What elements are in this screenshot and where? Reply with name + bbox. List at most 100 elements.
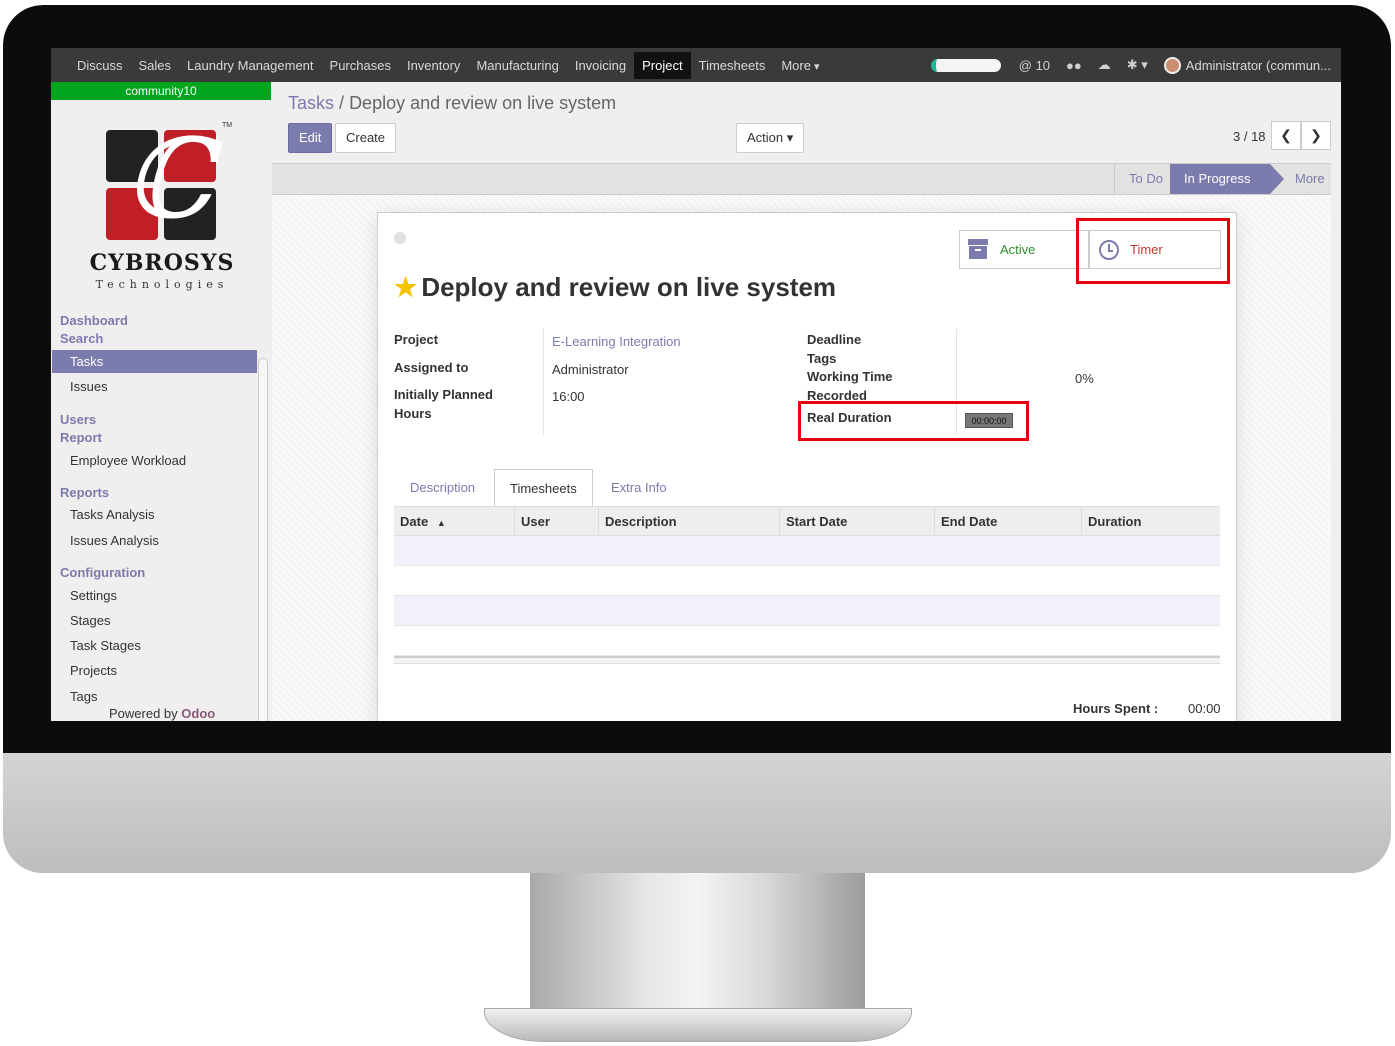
breadcrumb-current: Deploy and review on live system [349,93,617,113]
column-description[interactable]: Description [598,507,779,536]
stage-todo[interactable]: To Do [1114,164,1177,194]
hours-spent-label: Hours Spent : [1073,701,1159,716]
company-tagline: Technologies [95,278,229,291]
active-toggle-button[interactable]: Active [959,230,1089,269]
menu-invoicing[interactable]: Invoicing [567,52,634,79]
trademark-mark: TM [222,122,233,129]
hours-spent-value: 00:00 [1188,701,1221,716]
column-date[interactable]: Date ▲ [394,507,514,536]
stage-statusbar: To Do In Progress More [272,163,1341,195]
sidebar-section-configuration[interactable]: Configuration [60,564,145,582]
field-assigned-to[interactable]: Administrator [552,362,629,377]
edit-button[interactable]: Edit [288,123,333,153]
stage-more[interactable]: More [1281,164,1339,194]
sidebar-item-issues[interactable]: Issues [52,375,257,398]
label-working-time: Working Time [807,369,893,384]
table-row[interactable] [394,596,1220,626]
menu-inventory[interactable]: Inventory [399,52,468,79]
sidebar-scrollbar[interactable] [258,358,268,721]
tab-extra-info[interactable]: Extra Info [596,469,682,507]
cloud-icon[interactable]: ☁ [1098,57,1111,73]
tab-description[interactable]: Description [395,469,490,507]
pager-previous-button[interactable]: ❮ [1271,121,1301,150]
table-footer [394,656,1220,664]
sidebar: community10 ℂ TM CYBROSYS Technologies D… [51,82,271,721]
highlight-box-timer [1076,218,1230,284]
menu-manufacturing[interactable]: Manufacturing [468,52,566,79]
label-planned-1: Initially Planned [394,387,493,402]
menu-laundry-management[interactable]: Laundry Management [179,52,321,79]
field-working-time-progress: 0% [1075,371,1094,386]
menu-project[interactable]: Project [634,51,691,79]
label-project: Project [394,332,439,347]
company-name: CYBROSYS [89,250,235,276]
page-scrollbar[interactable] [1331,82,1341,721]
pager-next-button[interactable]: ❯ [1301,121,1331,150]
chat-icon[interactable]: ●● [1066,58,1082,73]
label-planned-2: Hours [394,406,432,421]
sidebar-item-tasks-analysis[interactable]: Tasks Analysis [52,503,257,526]
sidebar-section-dashboard[interactable]: Dashboard [60,312,128,330]
sidebar-item-tags[interactable]: Tags [52,685,257,708]
sidebar-section-reports[interactable]: Reports [60,484,109,502]
powered-by[interactable]: Powered by Odoo [109,706,215,721]
timesheet-table: Date ▲ User Description Start Date End D… [394,506,1220,664]
loading-progress-bar [930,58,1001,72]
active-label: Active [1000,242,1036,257]
table-row[interactable] [394,626,1220,656]
menu-timesheets[interactable]: Timesheets [691,52,774,79]
avatar[interactable] [1163,56,1181,74]
sidebar-item-issues-analysis[interactable]: Issues Analysis [52,529,257,552]
field-planned-hours[interactable]: 16:00 [552,389,585,404]
tab-timesheets[interactable]: Timesheets [494,469,593,507]
action-dropdown[interactable]: Action ▾ [736,123,805,153]
odoo-screen: Discuss Sales Laundry Management Purchas… [51,48,1341,721]
sidebar-item-tasks[interactable]: Tasks [52,350,257,373]
create-button[interactable]: Create [335,123,397,153]
sidebar-item-task-stages[interactable]: Task Stages [52,634,257,657]
sort-ascending-icon: ▲ [431,518,446,528]
sidebar-section-search[interactable]: Search [60,330,103,348]
pager-value[interactable]: 3 / 18 [1233,129,1266,144]
sidebar-item-projects[interactable]: Projects [52,659,257,682]
star-icon[interactable]: ★ [394,272,417,302]
table-row[interactable] [394,566,1220,596]
company-logo: ℂ TM [106,122,232,242]
odoo-brand[interactable]: Odoo [181,706,215,721]
sidebar-item-employee-workload[interactable]: Employee Workload [52,449,257,472]
column-user[interactable]: User [514,507,598,536]
kanban-state-dot[interactable] [394,232,406,244]
monitor-stand-foot [484,1008,912,1042]
menu-discuss[interactable]: Discuss [69,52,131,79]
column-end-date[interactable]: End Date [934,507,1081,536]
breadcrumb-tasks[interactable]: Tasks [288,93,334,113]
systray: @ 10 ●● ☁ ✱ ▾ Administrator (commun... [930,48,1341,82]
database-badge: community10 [51,82,271,100]
stage-in-progress[interactable]: In Progress [1170,164,1270,194]
user-menu[interactable]: Administrator (commun... [1186,58,1331,73]
menu-purchases[interactable]: Purchases [322,52,399,79]
label-deadline: Deadline [807,332,862,347]
action-label: Action [747,130,784,145]
column-duration[interactable]: Duration [1081,507,1220,536]
highlight-box-duration [798,401,1029,441]
table-row[interactable] [394,536,1220,566]
field-project[interactable]: E-Learning Integration [552,334,681,349]
column-start-date[interactable]: Start Date [779,507,934,536]
chevron-left-icon: ❮ [1280,127,1292,143]
debug-bug-icon[interactable]: ✱ ▾ [1127,57,1148,73]
menu-more[interactable]: More [773,52,827,79]
mentions-counter[interactable]: @ 10 [1019,58,1050,73]
app-menu: Discuss Sales Laundry Management Purchas… [69,48,828,82]
sidebar-section-report[interactable]: Report [60,429,102,447]
caret-down-icon: ▾ [786,130,794,145]
task-title-text: Deploy and review on live system [421,272,837,302]
task-title[interactable]: ★ Deploy and review on live system [394,272,836,303]
chevron-right-icon: ❯ [1310,127,1322,143]
menu-sales[interactable]: Sales [131,52,180,79]
sidebar-section-users[interactable]: Users [60,411,96,429]
sidebar-item-settings[interactable]: Settings [52,584,257,607]
label-assigned-to: Assigned to [394,360,469,375]
main-content: Tasks / Deploy and review on live system… [272,82,1341,721]
sidebar-item-stages[interactable]: Stages [52,609,257,632]
